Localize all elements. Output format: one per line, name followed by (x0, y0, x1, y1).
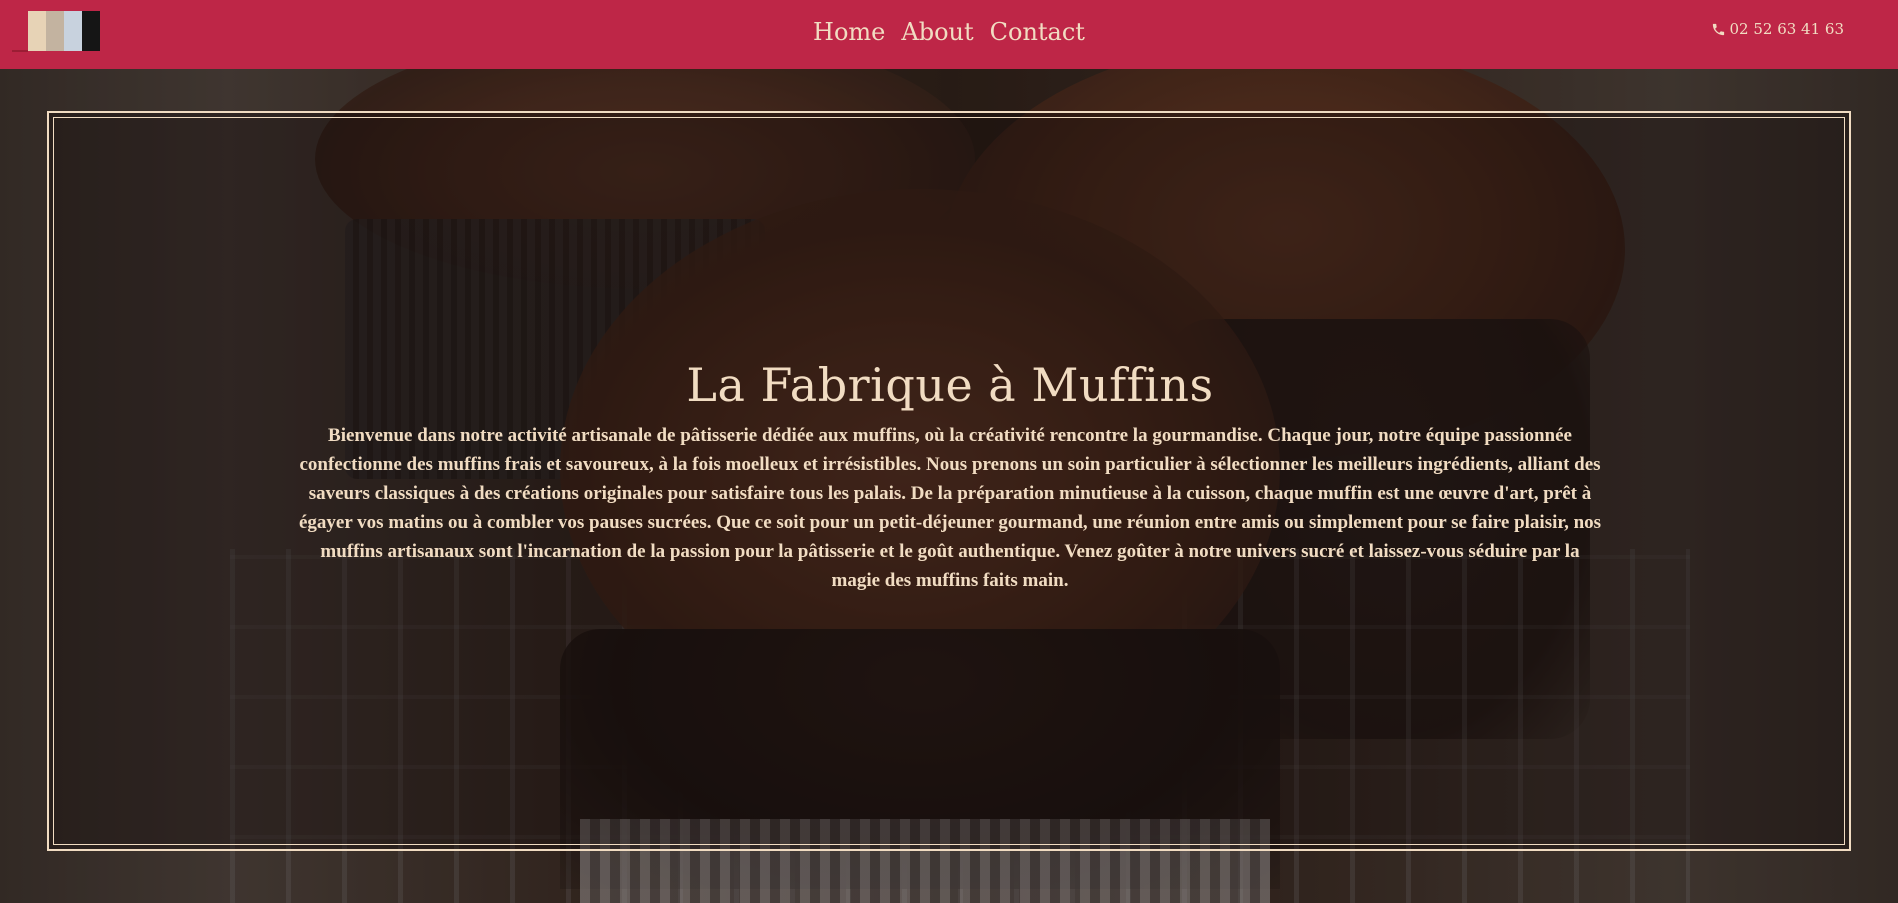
phone-number: 02 52 63 41 63 (1729, 20, 1844, 38)
logo-swatch (82, 11, 100, 51)
nav-link-home[interactable]: Home (813, 18, 885, 46)
logo-swatch (28, 11, 46, 51)
site-logo[interactable] (28, 11, 100, 51)
hero-description: Bienvenue dans notre activité artisanale… (298, 425, 1602, 591)
phone-icon (1713, 23, 1725, 35)
top-navbar: Home About Contact 02 52 63 41 63 (0, 0, 1898, 69)
main-nav: Home About Contact (0, 0, 1898, 64)
nav-link-about[interactable]: About (901, 18, 973, 46)
logo-swatch (64, 11, 82, 51)
hero-section: La Fabrique à Muffins Bienvenue dans not… (0, 69, 1898, 903)
nav-link-contact[interactable]: Contact (990, 18, 1085, 46)
hero-content: La Fabrique à Muffins Bienvenue dans not… (294, 357, 1606, 595)
hero-title: La Fabrique à Muffins (686, 358, 1214, 412)
logo-swatch (46, 11, 64, 51)
logo-underline (12, 50, 28, 52)
phone-contact[interactable]: 02 52 63 41 63 (1711, 20, 1844, 38)
